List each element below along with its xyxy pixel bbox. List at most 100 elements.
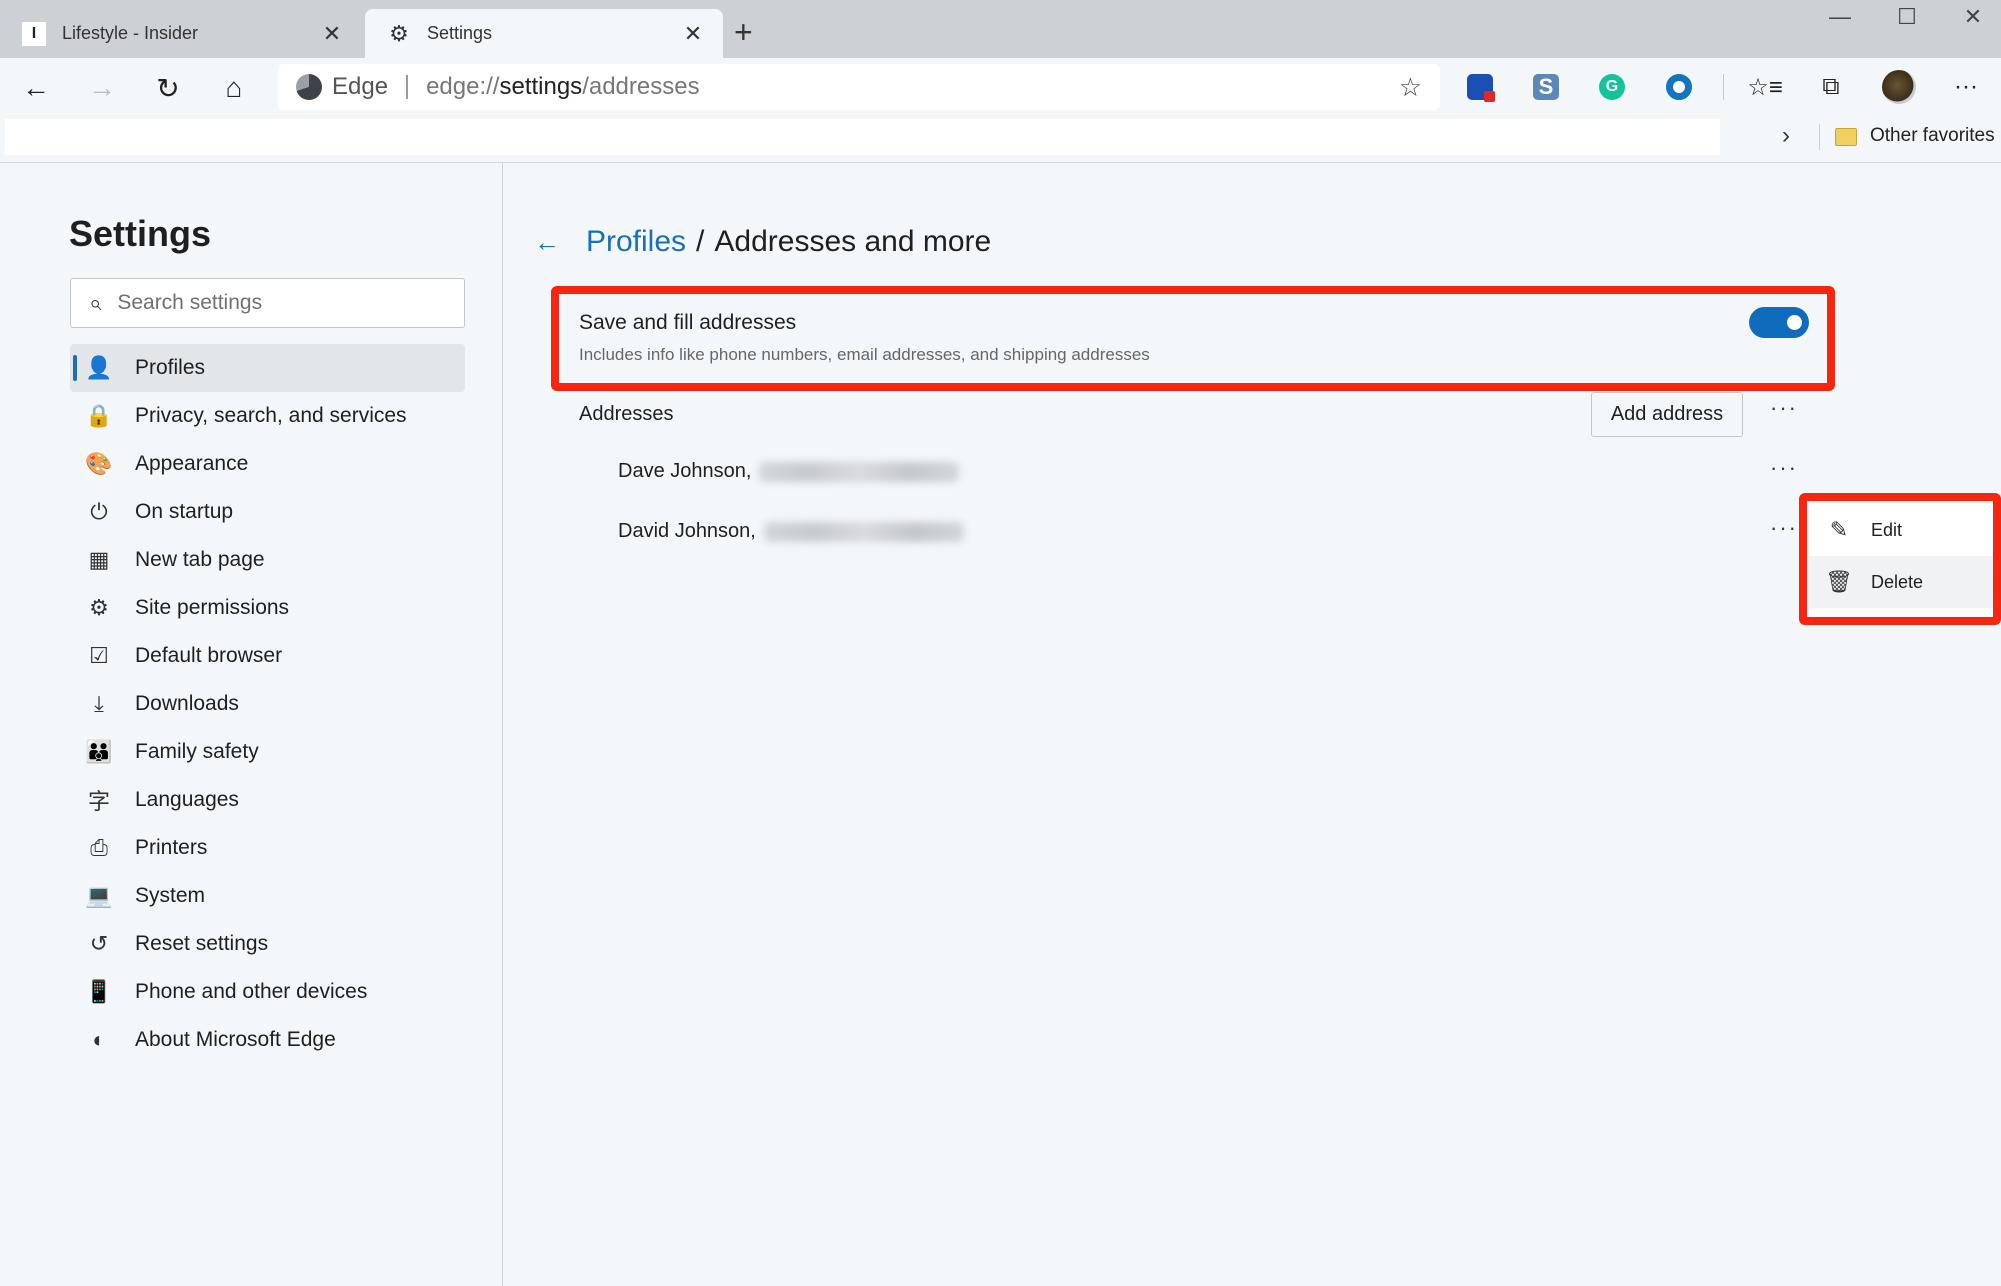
languages-icon: 字 (87, 789, 110, 814)
browser-toolbar: ← → ↻ ⌂ Edge edge://settings/addresses ☆… (0, 58, 2001, 116)
favorites-divider (1819, 124, 1820, 150)
close-tab-icon[interactable]: ✕ (681, 21, 705, 47)
back-arrow-icon[interactable]: ← (534, 227, 560, 258)
printer-icon: ⎙ (90, 835, 108, 860)
sidebar-item-privacy[interactable]: 🔒 Privacy, search, and services (70, 392, 465, 440)
new-tab-page-icon: ▦ (88, 547, 110, 572)
sidebar-item-system[interactable]: 💻 System (70, 872, 465, 920)
favorites-bar: › Other favorites (0, 116, 2001, 163)
sidebar-item-downloads[interactable]: ⤓ Downloads (70, 680, 465, 728)
download-icon: ⤓ (94, 691, 104, 716)
address-more-icon[interactable]: ··· (1766, 455, 1802, 481)
tab-title: Lifestyle - Insider (62, 23, 199, 43)
close-tab-icon[interactable]: ✕ (320, 21, 344, 47)
address-name: Dave Johnson, (618, 460, 752, 482)
profile-avatar[interactable] (1882, 70, 1916, 104)
menu-item-edit[interactable]: ✎ Edit (1809, 504, 1993, 556)
breadcrumb: ← Profiles / Addresses and more (534, 225, 991, 259)
sidebar-item-label: Reset settings (135, 932, 269, 955)
redacted-address-detail (759, 461, 960, 482)
sidebar-item-family-safety[interactable]: 👪 Family safety (70, 728, 465, 776)
site-permissions-icon: ⚙ (89, 595, 109, 620)
s-extension-icon[interactable]: S (1533, 74, 1559, 100)
sidebar-item-label: Phone and other devices (135, 980, 368, 1003)
favorites-bar-items (5, 119, 1720, 155)
sidebar-item-appearance[interactable]: 🎨 Appearance (70, 440, 465, 488)
menu-item-delete[interactable]: 🗑 Delete (1809, 556, 1993, 608)
save-fill-description: Includes info like phone numbers, email … (579, 345, 1150, 364)
sidebar-item-site-permissions[interactable]: ⚙ Site permissions (70, 584, 465, 632)
address-name: David Johnson, (618, 520, 756, 542)
settings-sidebar: Settings ⌕ Search settings 👤 Profiles 🔒 Pr… (0, 163, 503, 1286)
reset-icon: ↺ (89, 931, 109, 956)
settings-nav: 👤 Profiles 🔒 Privacy, search, and services… (70, 344, 465, 1064)
search-settings-input[interactable]: ⌕ Search settings (70, 278, 465, 328)
redacted-address-detail (763, 521, 964, 542)
new-tab-button[interactable]: + (734, 14, 753, 51)
minimize-button[interactable]: — (1820, 4, 1860, 30)
address-entry: Dave Johnson, (618, 460, 960, 483)
addresses-more-icon[interactable]: ··· (1766, 395, 1802, 421)
settings-title: Settings (69, 213, 212, 254)
favorites-icon[interactable]: ☆≡ (1747, 70, 1783, 104)
lock-icon: 🔒 (85, 403, 113, 428)
url-path: /addresses (582, 73, 700, 100)
sidebar-item-about-edge[interactable]: ◐ About Microsoft Edge (70, 1016, 465, 1064)
back-button[interactable]: ← (18, 70, 54, 106)
tab-lifestyle-insider[interactable]: I Lifestyle - Insider ✕ (0, 9, 362, 58)
sidebar-item-label: Profiles (135, 356, 206, 379)
grammarly-extension-icon[interactable]: G (1599, 74, 1625, 100)
sidebar-item-label: Site permissions (135, 596, 290, 619)
forward-button[interactable]: → (84, 70, 120, 106)
tab-settings[interactable]: ⚙ Settings ✕ (365, 9, 723, 58)
sidebar-item-label: Printers (135, 836, 208, 859)
save-fill-title: Save and fill addresses (579, 311, 797, 334)
url-host: settings (499, 73, 583, 100)
pencil-icon: ✎ (1829, 517, 1849, 542)
addresses-heading: Addresses (579, 403, 674, 425)
maximize-button[interactable]: ☐ (1887, 4, 1927, 30)
folder-icon[interactable] (1835, 128, 1857, 146)
trash-icon: 🗑 (1825, 569, 1853, 594)
address-more-icon[interactable]: ··· (1766, 515, 1802, 541)
password-manager-extension-icon[interactable] (1467, 74, 1495, 102)
save-fill-toggle[interactable] (1749, 307, 1809, 338)
add-favorite-star-icon[interactable]: ☆ (1399, 72, 1422, 103)
sidebar-item-new-tab-page[interactable]: ▦ New tab page (70, 536, 465, 584)
sidebar-item-on-startup[interactable]: ⏻ On startup (70, 488, 465, 536)
address-bar[interactable]: Edge edge://settings/addresses ☆ (278, 64, 1440, 110)
close-window-button[interactable]: ✕ (1953, 4, 1993, 30)
address-context-menu: ✎ Edit 🗑 Delete (1809, 504, 1993, 616)
refresh-button[interactable]: ↻ (150, 70, 186, 106)
more-menu-icon[interactable]: ··· (1949, 70, 1983, 104)
sidebar-item-phone-devices[interactable]: 📱 Phone and other devices (70, 968, 465, 1016)
breadcrumb-separator: / (696, 225, 705, 258)
sidebar-item-profiles[interactable]: 👤 Profiles (70, 344, 465, 392)
family-icon: 👪 (85, 739, 113, 764)
menu-item-label: Edit (1871, 519, 1903, 540)
sidebar-item-languages[interactable]: 字 Languages (70, 776, 465, 824)
site-identity-label: Edge (332, 73, 389, 100)
laptop-icon: 💻 (85, 883, 113, 908)
power-icon: ⏻ (90, 499, 108, 524)
sidebar-item-label: Family safety (135, 740, 259, 763)
home-button[interactable]: ⌂ (216, 70, 252, 106)
sidebar-item-reset-settings[interactable]: ↺ Reset settings (70, 920, 465, 968)
tab-bar: I Lifestyle - Insider ✕ ⚙ Settings ✕ + —… (0, 0, 2001, 58)
sidebar-item-default-browser[interactable]: ☑ Default browser (70, 632, 465, 680)
circle-extension-icon[interactable] (1666, 74, 1692, 100)
phone-icon: 📱 (85, 979, 113, 1004)
edge-logo-icon (296, 74, 322, 100)
menu-item-label: Delete (1871, 571, 1924, 592)
chevron-right-icon[interactable]: › (1782, 122, 1790, 150)
toggle-knob (1787, 315, 1802, 330)
collections-icon[interactable]: ⧉ (1814, 70, 1848, 104)
add-address-button[interactable]: Add address (1591, 392, 1743, 437)
url-prefix: edge:// (426, 73, 500, 100)
sidebar-item-label: System (135, 884, 206, 907)
other-favorites-link[interactable]: Other favorites (1870, 125, 1995, 147)
search-placeholder: Search settings (117, 291, 263, 314)
sidebar-item-label: On startup (135, 500, 234, 523)
sidebar-item-printers[interactable]: ⎙ Printers (70, 824, 465, 872)
breadcrumb-profiles-link[interactable]: Profiles (586, 225, 686, 259)
